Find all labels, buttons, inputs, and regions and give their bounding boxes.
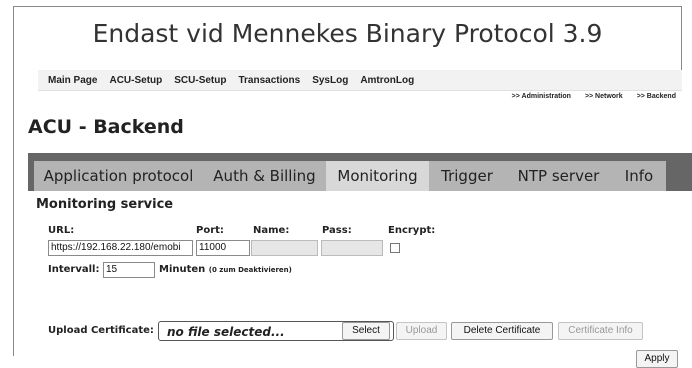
delete-certificate-button[interactable]: Delete Certificate bbox=[451, 322, 553, 340]
upload-button[interactable]: Upload bbox=[396, 322, 447, 340]
pass-input[interactable] bbox=[321, 240, 383, 256]
breadcrumb-backend[interactable]: >> Backend bbox=[637, 93, 676, 100]
breadcrumb-administration[interactable]: >> Administration bbox=[512, 93, 571, 100]
menu-syslog[interactable]: SysLog bbox=[312, 75, 348, 86]
apply-button[interactable]: Apply bbox=[636, 350, 678, 368]
upload-certificate-label: Upload Certificate: bbox=[48, 325, 154, 336]
url-input[interactable]: https://192.168.22.180/emobi bbox=[48, 240, 193, 256]
intervall-label: Intervall: bbox=[48, 264, 100, 275]
pass-label: Pass: bbox=[322, 225, 352, 236]
tab-monitoring[interactable]: Monitoring bbox=[326, 161, 429, 191]
url-label: URL: bbox=[48, 225, 75, 236]
tab-bar: Application protocol Auth & Billing Moni… bbox=[28, 153, 692, 191]
port-label: Port: bbox=[196, 225, 224, 236]
page-title: ACU - Backend bbox=[28, 116, 184, 138]
file-chooser-text: no file selected... bbox=[167, 325, 285, 339]
tab-info[interactable]: Info bbox=[612, 161, 666, 191]
monitoring-panel: Monitoring service URL: Port: Name: Pass… bbox=[28, 191, 692, 368]
breadcrumb: >> Administration >> Network >> Backend bbox=[512, 93, 676, 100]
tab-trigger[interactable]: Trigger bbox=[429, 161, 505, 191]
encrypt-checkbox[interactable] bbox=[390, 243, 400, 253]
port-input[interactable]: 11000 bbox=[196, 240, 250, 256]
minuten-text: Minuten bbox=[159, 264, 206, 275]
minuten-label: Minuten (0 zum Deaktivieren) bbox=[159, 264, 292, 275]
menu-amtronlog[interactable]: AmtronLog bbox=[360, 75, 414, 86]
section-title: Monitoring service bbox=[36, 197, 174, 212]
menu-main-page[interactable]: Main Page bbox=[48, 75, 97, 86]
name-label: Name: bbox=[253, 225, 290, 236]
page-heading: Endast vid Mennekes Binary Protocol 3.9 bbox=[92, 19, 603, 48]
menu-acu-setup[interactable]: ACU-Setup bbox=[109, 75, 162, 86]
select-button[interactable]: Select bbox=[342, 322, 390, 340]
minuten-hint: (0 zum Deaktivieren) bbox=[208, 266, 292, 274]
screenshot-frame: Endast vid Mennekes Binary Protocol 3.9 … bbox=[13, 6, 692, 368]
web-ui: Main Page ACU-Setup SCU-Setup Transactio… bbox=[28, 70, 692, 368]
name-input[interactable] bbox=[251, 240, 318, 256]
intervall-input[interactable]: 15 bbox=[103, 262, 155, 278]
certificate-info-button[interactable]: Certificate Info bbox=[558, 322, 643, 340]
top-menu: Main Page ACU-Setup SCU-Setup Transactio… bbox=[38, 70, 682, 91]
tab-ntp-server[interactable]: NTP server bbox=[505, 161, 612, 191]
tab-application-protocol[interactable]: Application protocol bbox=[34, 161, 203, 191]
breadcrumb-network[interactable]: >> Network bbox=[585, 93, 623, 100]
menu-scu-setup[interactable]: SCU-Setup bbox=[174, 75, 226, 86]
menu-transactions[interactable]: Transactions bbox=[238, 75, 300, 86]
tab-auth-billing[interactable]: Auth & Billing bbox=[203, 161, 326, 191]
encrypt-label: Encrypt: bbox=[388, 225, 436, 236]
